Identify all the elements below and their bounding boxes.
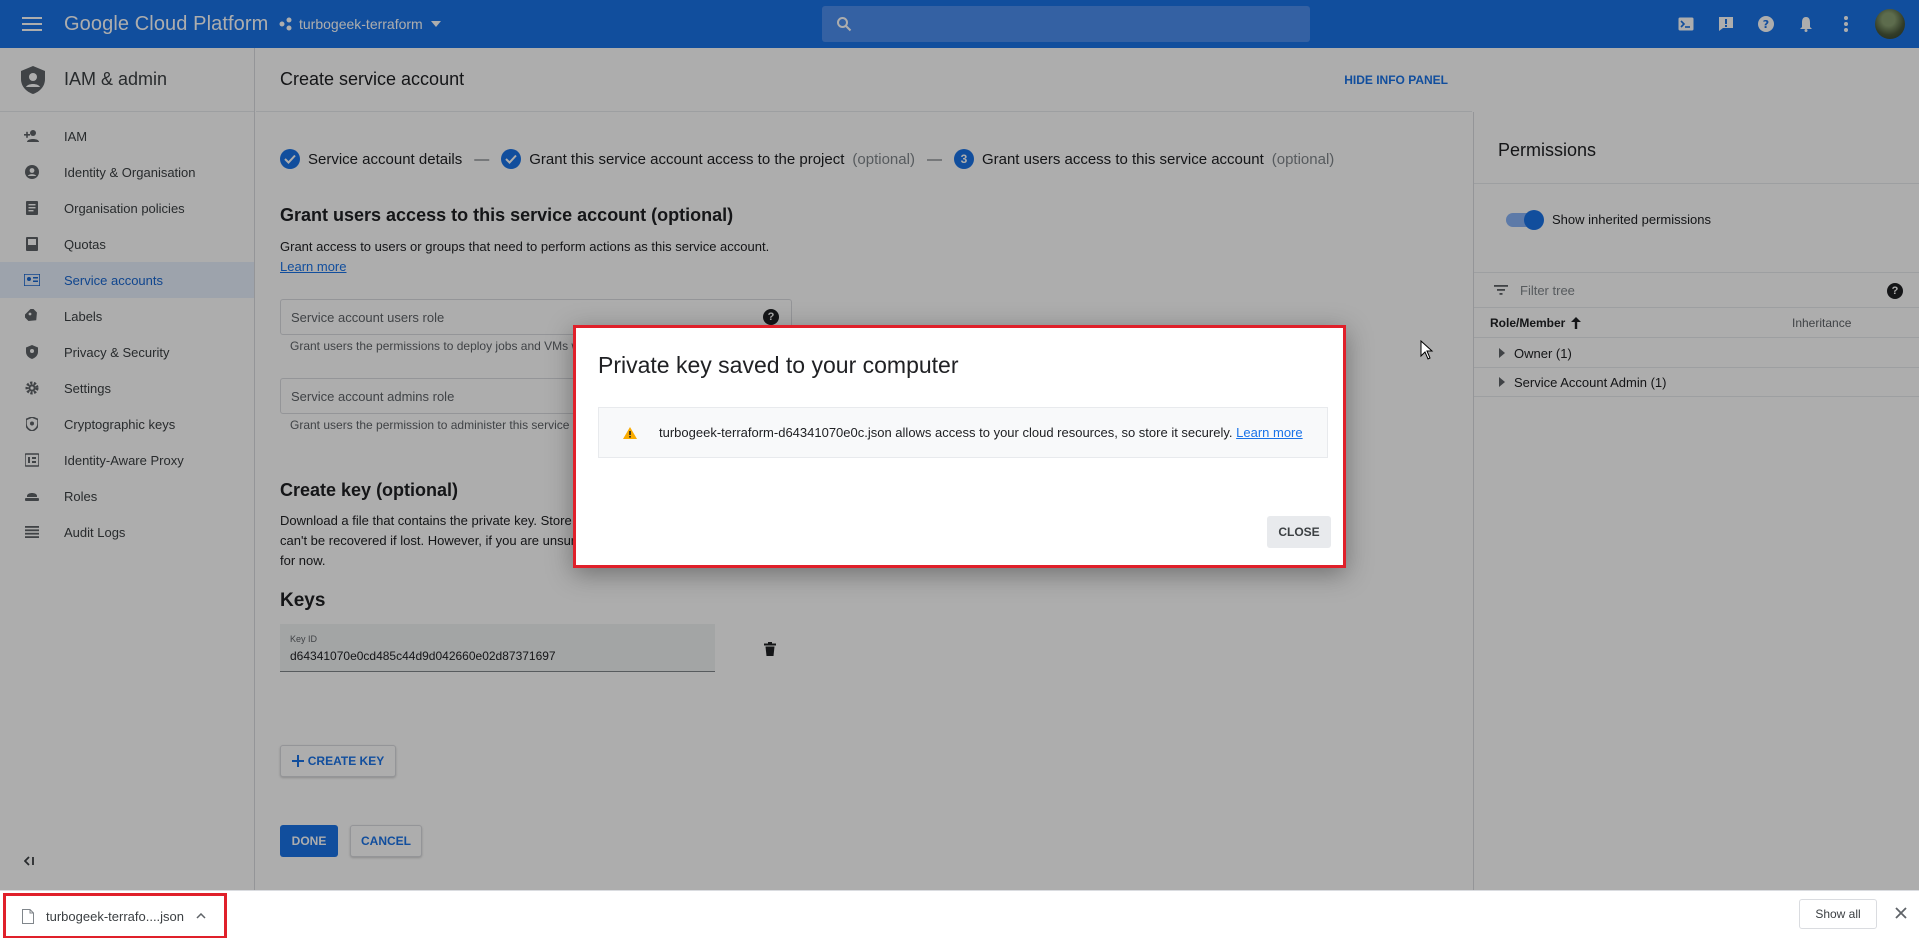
download-shelf: turbogeek-terrafo....json Show all	[0, 890, 1919, 938]
chevron-up-icon[interactable]	[196, 913, 206, 919]
mouse-cursor-icon	[1420, 339, 1434, 363]
download-item[interactable]: turbogeek-terrafo....json	[3, 893, 227, 938]
warning-message: turbogeek-terraform-d64341070e0c.json al…	[659, 425, 1303, 440]
dialog-title: Private key saved to your computer	[598, 352, 959, 378]
file-icon	[22, 908, 34, 924]
close-icon[interactable]	[1895, 903, 1907, 924]
warning-icon	[623, 426, 637, 439]
show-all-button[interactable]: Show all	[1799, 899, 1877, 929]
download-filename: turbogeek-terrafo....json	[46, 908, 185, 924]
warning-message-box: turbogeek-terraform-d64341070e0c.json al…	[598, 407, 1328, 458]
private-key-saved-dialog: Private key saved to your computer turbo…	[573, 325, 1346, 568]
warning-message-text: turbogeek-terraform-d64341070e0c.json al…	[659, 425, 1233, 440]
close-button[interactable]: CLOSE	[1267, 516, 1331, 548]
dialog-learn-more-link[interactable]: Learn more	[1236, 425, 1302, 440]
